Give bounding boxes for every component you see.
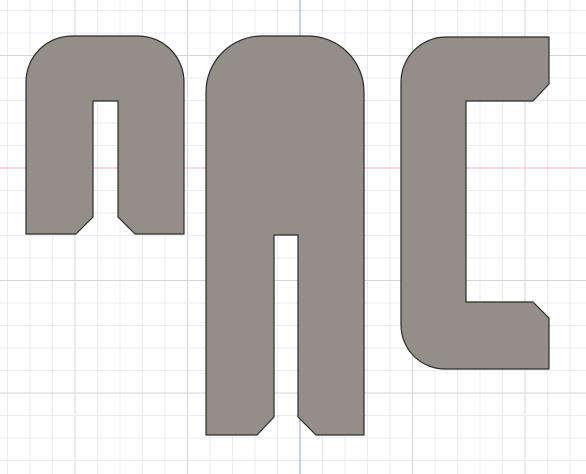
slotted-arch-tall[interactable] xyxy=(205,35,365,436)
slotted-arch-small[interactable] xyxy=(25,35,185,235)
cad-viewport[interactable] xyxy=(0,0,586,474)
c-bracket[interactable] xyxy=(400,36,550,370)
sketch-canvas[interactable] xyxy=(0,0,586,474)
